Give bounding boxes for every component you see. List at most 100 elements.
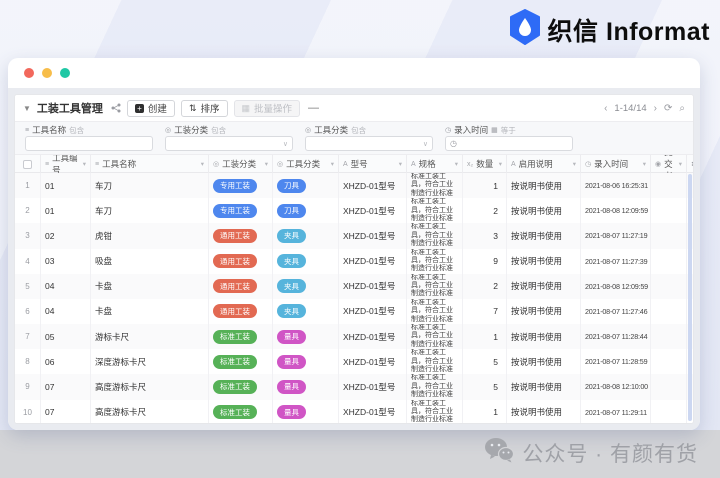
letter-icon: A bbox=[511, 160, 516, 168]
cell-spec: 标准工装工具，符合工业制造行业标准 bbox=[407, 248, 463, 274]
column-label: 录入时间 bbox=[594, 159, 629, 169]
column-header-time[interactable]: ◷ 录入时间 ▾ bbox=[581, 155, 651, 173]
table-row[interactable]: 2 01 车刀 专用工装 刀具 XHZD-01型号 标准工装工具，符合工业制造行业标准 2 按说… bbox=[15, 198, 693, 224]
column-menu-icon[interactable]: ▾ bbox=[399, 160, 402, 168]
row-number-cell: 2 bbox=[15, 198, 41, 224]
column-menu-icon[interactable]: ▾ bbox=[331, 160, 334, 168]
column-label: 型号 bbox=[350, 159, 368, 169]
vertical-scrollbar[interactable] bbox=[688, 174, 692, 421]
cell-value: 车刀 bbox=[95, 205, 113, 216]
cell-value: 标准工装工具，符合工业制造行业标准 bbox=[411, 298, 453, 323]
batch-actions-button[interactable]: ▦ 批量操作 bbox=[233, 99, 301, 117]
cell-name: 深度游标卡尺 bbox=[91, 349, 209, 375]
table-row[interactable]: 3 02 虎钳 通用工装 夹具 XHZD-01型号 标准工装工具，符合工业制造行业标准 3 按说… bbox=[15, 223, 693, 249]
column-header-qty[interactable]: x₂ 数量 ▾ bbox=[463, 155, 507, 173]
cell-code: 07 bbox=[41, 374, 91, 400]
sort-button[interactable]: ⇅ 排序 bbox=[180, 99, 228, 117]
cell-model: XHZD-01型号 bbox=[339, 374, 407, 400]
row-number-cell: 6 bbox=[15, 298, 41, 325]
select-field-icon: ◎ bbox=[165, 127, 172, 134]
cell-time: 2021-08-08 12:09:59 bbox=[581, 273, 651, 299]
category-tag: 标准工装 bbox=[213, 329, 257, 344]
column-menu-icon[interactable]: ▾ bbox=[679, 160, 682, 168]
column-header-model[interactable]: A 型号 ▾ bbox=[339, 155, 407, 173]
letter-icon: A bbox=[343, 160, 348, 168]
tooling-category-filter-select[interactable]: ∨ bbox=[165, 136, 293, 151]
next-page-icon[interactable]: › bbox=[654, 103, 657, 114]
column-menu-icon[interactable]: ▾ bbox=[643, 160, 646, 168]
cell-code: 07 bbox=[41, 399, 91, 423]
widget-title: 工装工具管理 bbox=[36, 103, 103, 115]
column-menu-icon[interactable]: ▾ bbox=[499, 160, 502, 168]
user-icon: ◉ bbox=[655, 161, 662, 168]
cell-spec: 标准工装工具，符合工业制造行业标准 bbox=[407, 298, 463, 325]
table-row[interactable]: 8 06 深度游标卡尺 标准工装 量具 XHZD-01型号 标准工装工具，符合工业制造行业标… bbox=[15, 349, 693, 375]
row-number: 3 bbox=[25, 231, 30, 241]
column-header-cat1[interactable]: ◎ 工装分类 ▾ bbox=[209, 155, 273, 173]
table-row[interactable]: 7 05 游标卡尺 标准工装 量具 XHZD-01型号 标准工装工具，符合工业制造行业标准 1… bbox=[15, 324, 693, 350]
search-icon[interactable]: ⌕ bbox=[679, 103, 685, 114]
add-column-button[interactable]: ✱ bbox=[687, 155, 693, 173]
cell-cat2: 夹具 bbox=[273, 273, 339, 299]
table-body: 1 01 车刀 专用工装 刀具 XHZD-01型号 标准工装工具，符合工业制造行业标准 1 按说… bbox=[15, 173, 693, 423]
close-window-button[interactable] bbox=[24, 68, 34, 78]
table-row[interactable]: 6 04 卡盘 通用工装 夹具 XHZD-01型号 标准工装工具，符合工业制造行业标准 7 按说… bbox=[15, 298, 693, 325]
maximize-window-button[interactable] bbox=[60, 68, 70, 78]
cell-spec: 标准工装工具，符合工业制造行业标准 bbox=[407, 173, 463, 199]
filter-bar: ≡ 工具名称 包含 ◎ 工装分类 包含 ∨ ◎ 工具分类 包含 ∨ ◷ 录入时间… bbox=[15, 121, 693, 155]
row-number-cell: 8 bbox=[15, 349, 41, 375]
cell-value: 2021-08-06 16:25:31 bbox=[585, 181, 648, 191]
entry-time-filter-date[interactable]: ◷ bbox=[445, 136, 573, 151]
select-icon: ◎ bbox=[277, 161, 284, 168]
share-icon[interactable] bbox=[111, 103, 121, 113]
column-header-desc[interactable]: A 启用说明 ▾ bbox=[507, 155, 581, 173]
column-header-cat2[interactable]: ◎ 工具分类 ▾ bbox=[273, 155, 339, 173]
column-menu-icon[interactable]: ▾ bbox=[455, 160, 458, 168]
column-menu-icon[interactable]: ▾ bbox=[573, 160, 576, 168]
cell-value: 卡盘 bbox=[95, 281, 113, 292]
minimize-window-button[interactable] bbox=[42, 68, 52, 78]
row-number: 2 bbox=[25, 206, 30, 216]
cell-submitter bbox=[651, 349, 687, 375]
select-all-checkbox[interactable] bbox=[23, 159, 32, 169]
refresh-icon[interactable]: ⟳ bbox=[664, 103, 672, 114]
cell-code: 02 bbox=[41, 223, 91, 249]
cell-value: 按说明书使用 bbox=[511, 331, 563, 342]
cell-name: 游标卡尺 bbox=[91, 324, 209, 350]
collapse-widget-button[interactable]: — bbox=[308, 102, 319, 114]
cell-value: 2021-08-07 11:29:11 bbox=[585, 407, 647, 417]
cell-model: XHZD-01型号 bbox=[339, 324, 407, 350]
window-titlebar bbox=[8, 58, 700, 88]
cell-qty: 1 bbox=[463, 324, 507, 350]
tool-name-filter-input[interactable] bbox=[30, 139, 148, 148]
collapse-chevron-icon[interactable]: ▼ bbox=[23, 104, 31, 113]
category-tag: 夹具 bbox=[277, 279, 306, 294]
cell-cat2: 量具 bbox=[273, 374, 339, 400]
table-row[interactable]: 5 04 卡盘 通用工装 夹具 XHZD-01型号 标准工装工具，符合工业制造行业标准 2 按说… bbox=[15, 273, 693, 299]
column-header-submitter[interactable]: ◉提交者 ▾ bbox=[651, 155, 687, 173]
cell-value: 04 bbox=[45, 306, 55, 317]
cell-model: XHZD-01型号 bbox=[339, 399, 407, 423]
cell-cat2: 量具 bbox=[273, 349, 339, 375]
column-header-spec[interactable]: A 规格 ▾ bbox=[407, 155, 463, 173]
cell-value: 深度游标卡尺 bbox=[95, 356, 147, 367]
table-row[interactable]: 9 07 高度游标卡尺 标准工装 量具 XHZD-01型号 标准工装工具，符合工业制造行业标… bbox=[15, 374, 693, 400]
tool-category-filter-select[interactable]: ∨ bbox=[305, 136, 433, 151]
category-tag: 专用工装 bbox=[213, 203, 257, 218]
create-button[interactable]: + 创建 bbox=[126, 99, 175, 117]
prev-page-icon[interactable]: ‹ bbox=[604, 103, 607, 114]
cell-cat2: 量具 bbox=[273, 324, 339, 350]
table-row[interactable]: 4 03 吸盘 通用工装 夹具 XHZD-01型号 标准工装工具，符合工业制造行业标准 9 按说… bbox=[15, 248, 693, 274]
column-menu-icon[interactable]: ▾ bbox=[83, 160, 86, 168]
column-menu-icon[interactable]: ▾ bbox=[201, 160, 204, 168]
column-label: 工具名称 bbox=[102, 159, 137, 169]
table-row[interactable]: 1 01 车刀 专用工装 刀具 XHZD-01型号 标准工装工具，符合工业制造行业标准 1 按说… bbox=[15, 173, 693, 199]
column-menu-icon[interactable]: ▾ bbox=[265, 160, 268, 168]
cell-value: 按说明书使用 bbox=[511, 230, 563, 241]
text-icon: ≡ bbox=[95, 160, 100, 168]
cell-submitter bbox=[651, 198, 687, 224]
column-header-code[interactable]: ≡ 工具编号 ▾ bbox=[41, 155, 91, 173]
category-tag: 夹具 bbox=[277, 254, 306, 269]
column-header-name[interactable]: ≡ 工具名称 ▾ bbox=[91, 155, 209, 173]
table-row[interactable]: 10 07 高度游标卡尺 标准工装 量具 XHZD-01型号 标准工装工具，符合工业制造行业… bbox=[15, 399, 693, 423]
